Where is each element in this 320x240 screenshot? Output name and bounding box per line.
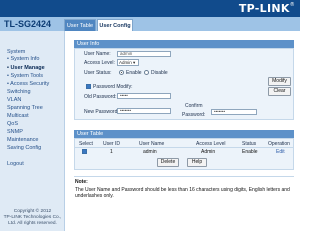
enable-radio[interactable] bbox=[119, 70, 124, 75]
cell-status: Enable bbox=[242, 149, 258, 155]
access-level-value: Admin bbox=[119, 60, 132, 65]
copyright: Copyright © 2012 TP-LINK Technologies Co… bbox=[0, 209, 65, 227]
note-line: underlashes only. bbox=[75, 193, 114, 199]
disable-label: Disable bbox=[151, 70, 168, 76]
sidebar-item-multicast[interactable]: Multicast bbox=[7, 113, 29, 119]
chevron-down-icon: ▾ bbox=[133, 60, 136, 65]
password-modify-label: Password Modify: bbox=[93, 84, 133, 90]
clear-button[interactable]: Clear bbox=[268, 87, 291, 96]
disable-radio[interactable] bbox=[144, 70, 149, 75]
user-status-label: User Status: bbox=[84, 70, 112, 76]
help-button[interactable]: Help bbox=[187, 158, 207, 167]
user-name-label: User Name: bbox=[84, 51, 111, 57]
user-name-input[interactable]: admin bbox=[117, 51, 171, 57]
tab-user-table[interactable]: User Table bbox=[64, 19, 96, 31]
table-divider bbox=[75, 147, 293, 148]
cell-user-id: 1 bbox=[110, 149, 113, 155]
sidebar: System • System Info • User Manage • Sys… bbox=[0, 31, 65, 231]
edit-link[interactable]: Edit bbox=[276, 149, 285, 155]
password-modify-checkbox[interactable] bbox=[86, 84, 91, 89]
copyright-line: Ltd. All rights reserved. bbox=[8, 221, 57, 226]
delete-button[interactable]: Delete bbox=[157, 158, 179, 167]
note-label: Note: bbox=[75, 179, 88, 185]
sidebar-item-access-security[interactable]: • Access Security bbox=[7, 81, 49, 87]
user-table-header: User Table bbox=[74, 130, 294, 138]
old-password-input[interactable]: ••••• bbox=[117, 93, 171, 99]
cell-access-level: Admin bbox=[201, 149, 216, 155]
access-level-select[interactable]: Admin ▾ bbox=[117, 59, 139, 66]
sidebar-item-user-manage[interactable]: • User Manage bbox=[7, 65, 45, 71]
enable-label: Enable bbox=[126, 70, 142, 76]
sidebar-item-system-tools[interactable]: • System Tools bbox=[7, 73, 43, 79]
note-text: The User Name and Password should be les… bbox=[75, 187, 295, 199]
confirm-password-label: Password: bbox=[182, 112, 206, 118]
modify-button[interactable]: Modify bbox=[268, 77, 291, 86]
note-divider bbox=[74, 176, 294, 177]
tp-link-logo: TP-LINK® bbox=[238, 2, 295, 15]
sidebar-item-maintenance[interactable]: Maintenance bbox=[7, 137, 39, 143]
confirm-password-input[interactable]: ••••••• bbox=[211, 109, 257, 115]
sidebar-item-switching[interactable]: Switching bbox=[7, 89, 31, 95]
access-level-label: Access Level: bbox=[84, 60, 115, 66]
sidebar-item-system-info[interactable]: • System Info bbox=[7, 56, 40, 62]
device-model: TL-SG2424 bbox=[4, 19, 52, 29]
user-info-header: User Info bbox=[74, 40, 294, 48]
new-password-input[interactable]: ••••••• bbox=[117, 108, 171, 114]
sidebar-item-snmp[interactable]: SNMP bbox=[7, 129, 23, 135]
row-select-checkbox[interactable] bbox=[82, 149, 87, 154]
sidebar-item-qos[interactable]: QoS bbox=[7, 121, 18, 127]
sidebar-item-spanning-tree[interactable]: Spanning Tree bbox=[7, 105, 43, 111]
cell-user-name: admin bbox=[143, 149, 157, 155]
confirm-label: Confirm bbox=[185, 103, 203, 109]
sidebar-item-logout[interactable]: Logout bbox=[7, 161, 24, 167]
top-banner: TP-LINK® bbox=[0, 0, 300, 17]
sidebar-item-vlan[interactable]: VLAN bbox=[7, 97, 21, 103]
sidebar-item-saving-config[interactable]: Saving Config bbox=[7, 145, 41, 151]
old-password-label: Old Password: bbox=[84, 94, 117, 100]
sidebar-item-system[interactable]: System bbox=[7, 49, 25, 55]
new-password-label: New Password: bbox=[84, 109, 119, 115]
tab-user-config[interactable]: User Config bbox=[97, 19, 133, 31]
